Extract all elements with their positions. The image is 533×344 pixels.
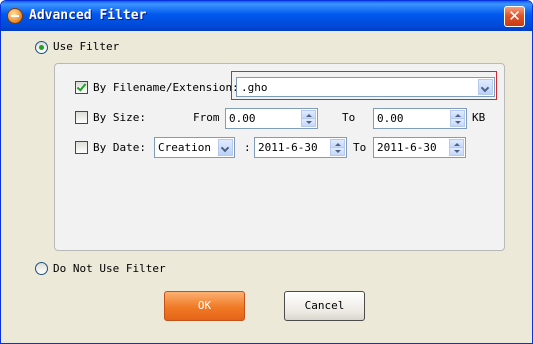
date-colon: : <box>244 141 251 154</box>
spin-down-icon[interactable] <box>301 118 316 127</box>
size-from-spinner[interactable] <box>301 110 316 127</box>
size-label: By Size: <box>93 111 146 124</box>
chevron-down-icon[interactable] <box>218 139 233 156</box>
title-bar: Advanced Filter ✕ <box>1 1 532 31</box>
use-filter-label: Use Filter <box>53 40 120 53</box>
close-button[interactable]: ✕ <box>504 6 525 27</box>
filename-combo[interactable]: .gho <box>236 77 495 97</box>
date-to-value: 2011-6-30 <box>377 141 437 154</box>
spin-down-icon[interactable] <box>450 118 465 127</box>
date-from-spinner[interactable] <box>330 139 345 156</box>
no-filter-label: Do Not Use Filter <box>53 262 166 275</box>
size-unit-label: KB <box>472 111 486 124</box>
date-type-select[interactable]: Creation <box>154 137 235 158</box>
chevron-down-icon[interactable] <box>478 79 493 95</box>
date-from-value: 2011-6-30 <box>258 141 318 154</box>
size-to-input[interactable]: 0.00 <box>373 108 467 129</box>
size-to-label: To <box>342 111 356 124</box>
filename-value: .gho <box>241 81 268 94</box>
date-type-value: Creation <box>158 141 211 154</box>
ok-button[interactable]: OK <box>164 291 245 321</box>
size-from-value: 0.00 <box>229 112 256 125</box>
spin-down-icon[interactable] <box>449 147 464 156</box>
size-to-spinner[interactable] <box>450 110 465 127</box>
app-icon <box>7 8 23 24</box>
date-to-label: To <box>353 141 367 154</box>
use-filter-radio[interactable] <box>35 41 48 54</box>
cancel-button[interactable]: Cancel <box>284 291 365 321</box>
no-filter-radio[interactable] <box>35 262 48 275</box>
window-title: Advanced Filter <box>29 8 147 23</box>
date-label: By Date: <box>93 141 146 154</box>
size-checkbox[interactable] <box>75 111 88 124</box>
filename-checkbox[interactable] <box>75 81 88 94</box>
spin-down-icon[interactable] <box>330 147 345 156</box>
date-to-input[interactable]: 2011-6-30 <box>373 137 466 158</box>
size-from-label: From <box>193 111 220 124</box>
date-to-spinner[interactable] <box>449 139 464 156</box>
filename-label: By Filename/Extension: <box>93 81 239 94</box>
size-from-input[interactable]: 0.00 <box>225 108 318 129</box>
size-to-value: 0.00 <box>377 112 404 125</box>
date-from-input[interactable]: 2011-6-30 <box>254 137 347 158</box>
date-checkbox[interactable] <box>75 141 88 154</box>
